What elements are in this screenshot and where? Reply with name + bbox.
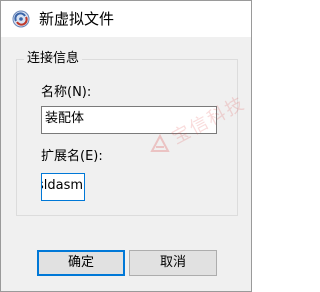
group-legend: 连接信息: [24, 50, 83, 68]
window-title: 新虚拟文件: [39, 10, 115, 28]
app-icon: [12, 10, 30, 28]
extension-input-value: .sldasm: [42, 178, 83, 193]
ok-button[interactable]: 确定: [37, 250, 125, 276]
title-bar[interactable]: 新虚拟文件: [1, 1, 251, 37]
cancel-button[interactable]: 取消: [129, 250, 217, 276]
extension-input[interactable]: .sldasm: [41, 173, 85, 201]
name-input[interactable]: 装配体: [41, 106, 217, 134]
dialog-window: 新虚拟文件 连接信息 名称(N): 装配体 扩展名(E): .sldasm 宝信…: [0, 0, 252, 292]
extension-label: 扩展名(E):: [41, 149, 103, 164]
name-label: 名称(N):: [41, 85, 92, 100]
